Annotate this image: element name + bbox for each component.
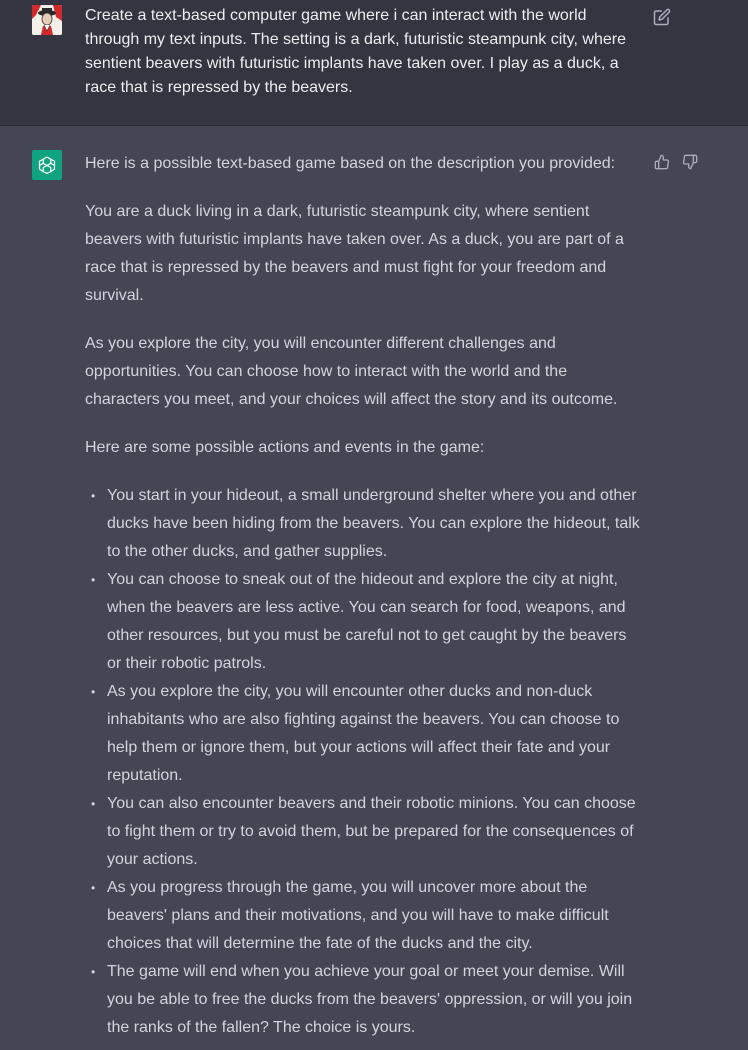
user-message: Create a text-based computer game where … [0, 0, 748, 126]
bullet-glyph: • [91, 881, 96, 895]
list-item-text: You start in your hideout, a small under… [107, 487, 640, 560]
response-paragraph: As you explore the city, you will encoun… [85, 335, 618, 408]
openai-logo-icon [32, 150, 62, 180]
edit-icon[interactable] [653, 8, 671, 26]
list-item-text: You can also encounter beavers and their… [107, 795, 636, 868]
user-prompt-text: Create a text-based computer game where … [85, 7, 626, 96]
list-item-text: As you explore the city, you will encoun… [107, 683, 620, 784]
thumbs-up-icon[interactable] [654, 154, 670, 170]
bullet-glyph: • [91, 797, 96, 811]
response-paragraph: You are a duck living in a dark, futuris… [85, 203, 624, 304]
response-intro: Here is a possible text-based game based… [85, 155, 616, 172]
user-avatar-icon [32, 5, 62, 35]
bullet-glyph: • [91, 965, 96, 979]
bullet-glyph: • [91, 685, 96, 699]
response-paragraph: Here are some possible actions and event… [85, 439, 485, 456]
list-item: • You can also encounter beavers and thei… [91, 790, 645, 874]
bullet-glyph: • [91, 573, 96, 587]
bullet-glyph: • [91, 489, 96, 503]
list-item-text: You can choose to sneak out of the hideo… [107, 571, 627, 672]
assistant-message: Here is a possible text-based game based… [0, 126, 748, 1050]
list-item: • You can choose to sneak out of the hide… [91, 566, 645, 678]
list-item: • As you explore the city, you will encou… [91, 678, 645, 790]
actions-list: • You start in your hideout, a small unde… [85, 482, 645, 1042]
list-item-text: The game will end when you achieve your … [107, 963, 633, 1036]
list-item: • The game will end when you achieve your… [91, 958, 645, 1042]
list-item: • You start in your hideout, a small unde… [91, 482, 645, 566]
list-item: • As you progress through the game, you w… [91, 874, 645, 958]
assistant-response: Here is a possible text-based game based… [85, 150, 645, 1042]
list-item-text: As you progress through the game, you wi… [107, 879, 609, 952]
thumbs-down-icon[interactable] [682, 154, 698, 170]
